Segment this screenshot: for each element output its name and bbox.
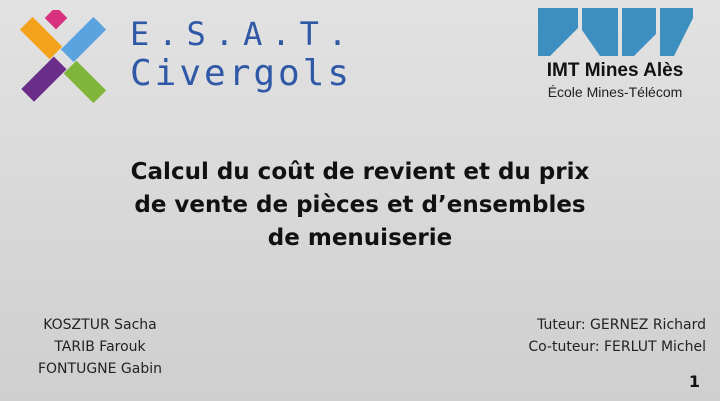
cotutor-name: Co-tuteur: FERLUT Michel <box>528 339 706 355</box>
author-name: KOSZTUR Sacha <box>43 317 157 333</box>
slide-title-line: de vente de pièces et d’ensembles <box>134 192 586 218</box>
imt-logo-icon <box>538 8 693 56</box>
tutors-list: Tuteur: GERNEZ Richard Co-tuteur: FERLUT… <box>528 314 706 358</box>
esat-logo-text: E.S.A.T. Civergols <box>130 18 356 92</box>
author-name: TARIB Farouk <box>54 339 146 355</box>
presentation-slide: E.S.A.T. Civergols IMT Mines Alès École … <box>0 0 720 401</box>
tutor-name: Tuteur: GERNEZ Richard <box>537 317 706 333</box>
imt-logo-subtitle: École Mines-Télécom <box>547 84 683 100</box>
author-name: FONTUGNE Gabin <box>37 361 163 377</box>
esat-logo-line2: Civergols <box>130 53 353 94</box>
page-number: 1 <box>688 372 700 391</box>
esat-logo-icon <box>19 10 107 104</box>
authors-list: KOSZTUR Sacha TARIB Farouk FONTUGNE Gabi… <box>20 314 180 380</box>
slide-title: Calcul du coût de revient et du prix de … <box>60 156 660 255</box>
esat-logo-line1: E.S.A.T. <box>130 15 357 53</box>
imt-logo: IMT Mines Alès École Mines-Télécom <box>530 8 700 100</box>
imt-logo-name: IMT Mines Alès <box>546 60 684 81</box>
slide-title-line: Calcul du coût de revient et du prix <box>130 159 590 185</box>
slide-title-line: de menuiserie <box>267 225 453 251</box>
